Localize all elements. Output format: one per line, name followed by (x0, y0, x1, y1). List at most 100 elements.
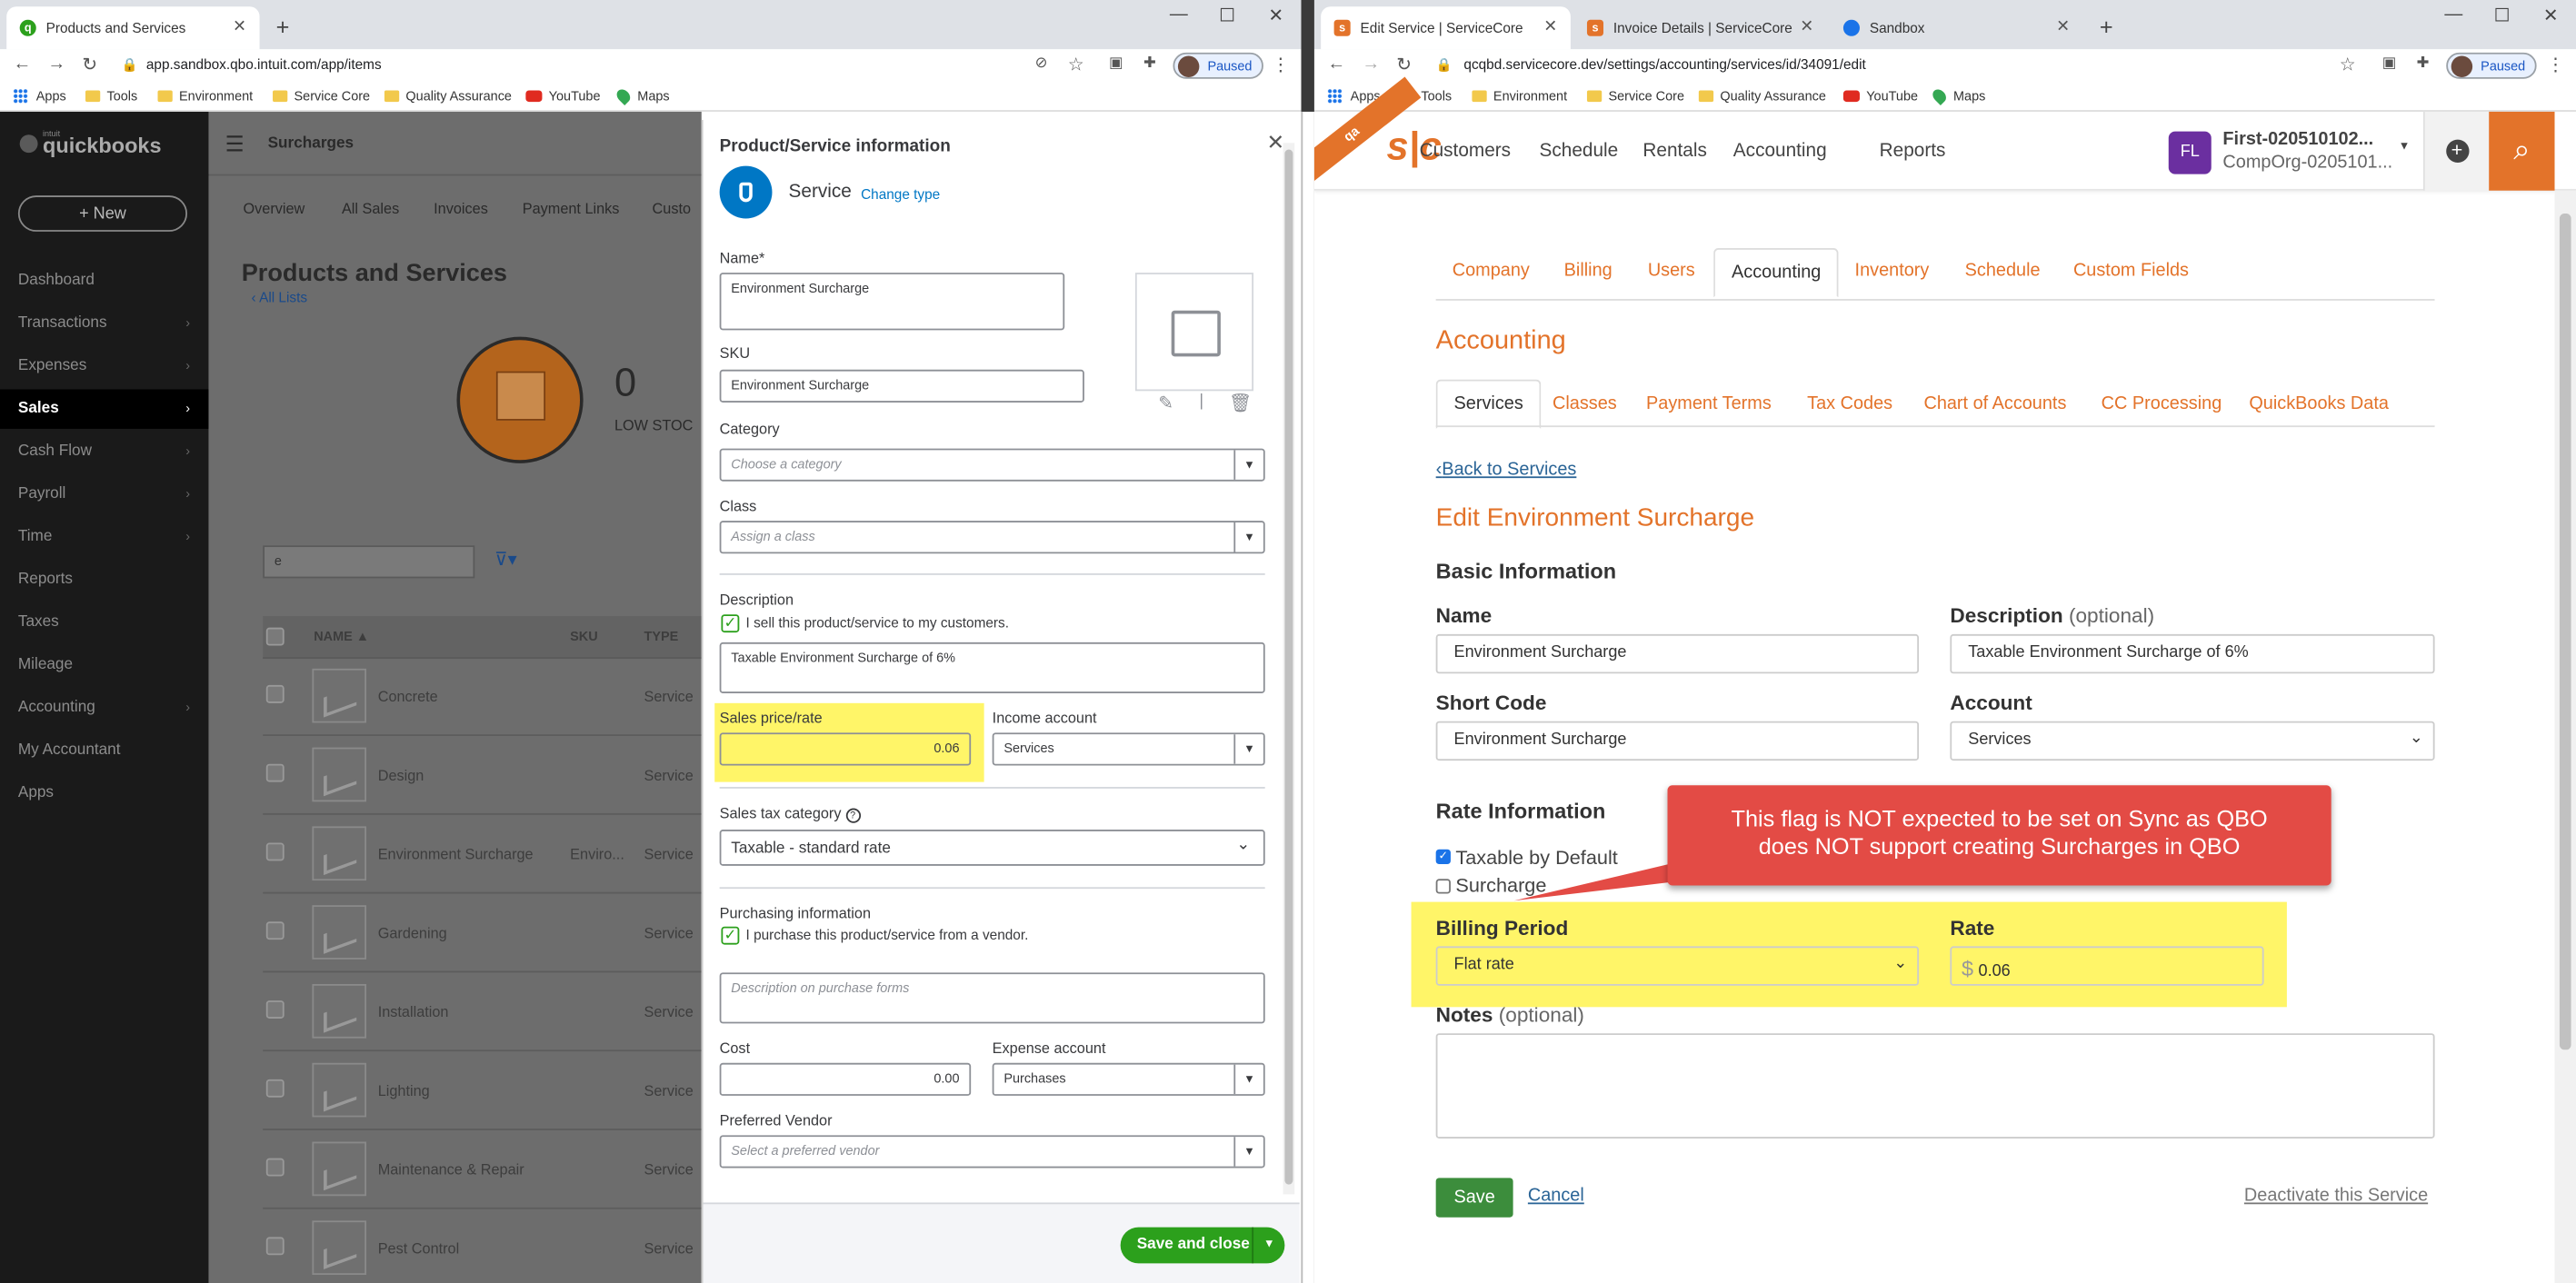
row-checkbox[interactable] (265, 763, 285, 782)
sales-subtab[interactable]: Invoices (434, 201, 488, 217)
close-tab-icon[interactable]: ✕ (233, 18, 246, 36)
star-icon[interactable]: ☆ (2340, 55, 2356, 75)
column-name[interactable]: NAME ▲ (314, 629, 369, 643)
browser-tab-invoice-details[interactable]: s Invoice Details | ServiceCore ✕ (1573, 6, 1826, 49)
change-type-link[interactable]: Change type (861, 185, 940, 202)
new-tab-icon[interactable]: + (276, 13, 290, 39)
sales-subtab[interactable]: Overview (243, 201, 305, 217)
purchase-description-field[interactable]: Description on purchase forms (719, 972, 1265, 1024)
star-icon[interactable]: ☆ (1068, 55, 1084, 75)
all-lists-link[interactable]: ‹ All Lists (252, 289, 308, 305)
nav-rentals[interactable]: Rentals (1642, 141, 1706, 161)
item-name[interactable]: Installation (378, 1004, 449, 1020)
row-checkbox[interactable] (265, 921, 285, 940)
short-code-field[interactable]: Environment Surcharge (1435, 721, 1920, 761)
hamburger-icon[interactable]: ☰ (225, 132, 245, 158)
bookmark-youtube[interactable]: YouTube (525, 89, 600, 104)
minimize-icon[interactable]: — (2444, 5, 2462, 25)
cost-field[interactable]: 0.00 (719, 1062, 972, 1096)
bookmark-apps[interactable]: Apps (13, 88, 66, 104)
sidebar-item-accounting[interactable]: Accounting (18, 698, 95, 716)
subtab-quickbooks-data[interactable]: QuickBooks Data (2249, 394, 2389, 414)
save-button[interactable]: Save (1435, 1178, 1513, 1218)
bookmark-youtube[interactable]: YouTube (1842, 89, 1918, 104)
class-select[interactable]: Assign a class ▼ (719, 521, 1265, 554)
bookmark-tools[interactable]: Tools (85, 89, 137, 104)
sidebar-item-transactions[interactable]: Transactions (18, 313, 107, 332)
subtab-classes[interactable]: Classes (1553, 394, 1617, 414)
extension-icon[interactable]: ▣ (2382, 55, 2396, 73)
subtab-cc-processing[interactable]: CC Processing (2102, 394, 2222, 414)
sales-subtab[interactable]: All Sales (342, 201, 399, 217)
subtab-payment-terms[interactable]: Payment Terms (1646, 394, 1772, 414)
row-checkbox[interactable] (265, 1158, 285, 1177)
menu-icon[interactable]: ⋮ (1272, 55, 1290, 75)
price-field[interactable]: 0.06 (719, 732, 972, 766)
purchase-checkbox[interactable]: ✓ (721, 926, 740, 945)
column-sku[interactable]: SKU (570, 629, 598, 643)
description-field[interactable]: Taxable Environment Surcharge of 6% (719, 642, 1265, 693)
row-checkbox[interactable] (265, 1237, 285, 1256)
close-tab-icon[interactable]: ✕ (2056, 18, 2070, 36)
income-account-select[interactable]: Services ▼ (992, 732, 1265, 766)
back-to-services-link[interactable]: ‹Back to Services (1436, 460, 1577, 480)
tab-company[interactable]: Company (1453, 261, 1530, 281)
bookmark-maps[interactable]: Maps (614, 86, 670, 105)
item-name[interactable]: Maintenance & Repair (378, 1161, 524, 1178)
bookmark-quality-assurance[interactable]: Quality Assurance (1698, 89, 1826, 104)
item-name[interactable]: Lighting (378, 1082, 430, 1099)
back-icon[interactable]: ← (1327, 55, 1345, 75)
name-field[interactable]: Environment Surcharge (719, 273, 1065, 331)
forward-icon[interactable]: → (1362, 55, 1380, 75)
close-window-icon[interactable]: ✕ (1268, 5, 1283, 26)
new-button[interactable]: + New (17, 195, 188, 232)
browser-tab-sandbox[interactable]: Sandbox ✕ (1830, 6, 2082, 49)
sku-field[interactable]: Environment Surcharge (719, 369, 1084, 403)
profile-paused-button[interactable]: Paused (1173, 52, 1264, 79)
bookmark-service-core[interactable]: Service Core (1586, 89, 1684, 104)
expense-account-select[interactable]: Purchases ▼ (992, 1062, 1265, 1096)
sell-checkbox[interactable]: ✓ (721, 614, 740, 633)
sales-tax-select[interactable]: Taxable - standard rate ⌄ (719, 830, 1265, 866)
search-button[interactable]: ⌕ (2489, 111, 2555, 191)
menu-icon[interactable]: ⋮ (2546, 55, 2564, 75)
close-tab-icon[interactable]: ✕ (1800, 18, 1813, 36)
item-name[interactable]: Environment Surcharge (378, 846, 534, 862)
tab-custom-fields[interactable]: Custom Fields (2073, 261, 2189, 281)
help-icon[interactable]: ? (845, 808, 861, 823)
puzzle-icon[interactable]: ✚ (2417, 55, 2430, 73)
account-select[interactable]: Services ⌄ (1950, 721, 2435, 761)
save-and-close-button[interactable]: Save and close ▼ (1120, 1227, 1285, 1264)
row-checkbox[interactable] (265, 1000, 285, 1019)
chevron-down-icon[interactable]: ▼ (1252, 1227, 1284, 1264)
subtab-services[interactable]: Services (1435, 379, 1542, 429)
bookmark-environment[interactable]: Environment (1472, 89, 1567, 104)
sidebar-item-taxes[interactable]: Taxes (18, 612, 59, 631)
maximize-icon[interactable]: ☐ (2494, 5, 2511, 26)
forward-icon[interactable]: → (47, 55, 65, 75)
row-checkbox[interactable] (265, 1079, 285, 1098)
surcharge-checkbox[interactable] (1435, 879, 1451, 894)
sidebar-item-payroll[interactable]: Payroll (18, 484, 65, 502)
maximize-icon[interactable]: ☐ (1219, 5, 1235, 26)
tab-inventory[interactable]: Inventory (1855, 261, 1930, 281)
delete-image-icon[interactable]: 🗑 (1229, 393, 1252, 414)
sidebar-item-sales[interactable]: Sales (18, 399, 59, 417)
sidebar-item-reports[interactable]: Reports (18, 570, 73, 588)
url-text[interactable]: app.sandbox.qbo.intuit.com/app/items (146, 55, 382, 72)
tab-billing[interactable]: Billing (1564, 261, 1612, 281)
url-text[interactable]: qcqbd.servicecore.dev/settings/accountin… (1463, 55, 1865, 72)
name-field[interactable]: Environment Surcharge (1435, 633, 1920, 674)
nav-reports[interactable]: Reports (1880, 141, 1946, 161)
row-checkbox[interactable] (265, 684, 285, 703)
nav-accounting[interactable]: Accounting (1733, 141, 1827, 161)
search-input[interactable]: e (263, 545, 475, 579)
item-name[interactable]: Pest Control (378, 1240, 460, 1257)
close-icon[interactable]: ✕ (1267, 130, 1285, 156)
edit-image-icon[interactable]: ✎ (1158, 393, 1173, 414)
image-placeholder[interactable] (1134, 273, 1254, 392)
sidebar-item-cash-flow[interactable]: Cash Flow (18, 442, 92, 460)
tab-accounting[interactable]: Accounting (1713, 248, 1840, 298)
puzzle-icon[interactable]: ✚ (1143, 55, 1156, 73)
drawer-scrollbar[interactable] (1283, 143, 1295, 1195)
